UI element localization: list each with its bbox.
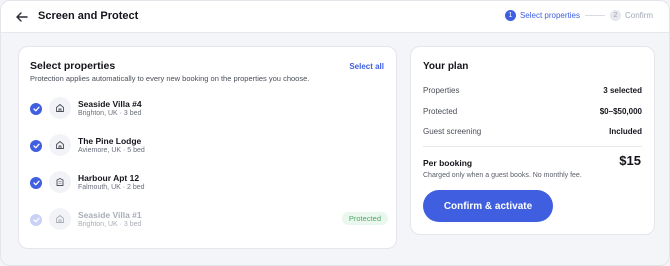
property-row: Seaside Villa #1 Brighton, UK · 3 bed Pr…: [28, 208, 388, 232]
billing-note: Charged only when a guest books. No mont…: [423, 172, 582, 179]
step-2-label: Confirm: [624, 11, 653, 20]
property-row[interactable]: The Pine Lodge Aviemore, UK · 5 bed: [28, 134, 388, 158]
app-frame: Screen and Protect 1 Select properties 2…: [0, 0, 670, 266]
stepper: 1 Select properties 2 Confirm: [504, 10, 653, 21]
plan-row-value: $0–$50,000: [599, 107, 642, 116]
property-name: Seaside Villa #1: [78, 210, 142, 220]
property-checkbox[interactable]: [30, 140, 42, 152]
confirm-activate-button[interactable]: Confirm & activate: [423, 190, 553, 222]
check-icon: [32, 106, 40, 112]
section-subtitle: Protection applies automatically to ever…: [30, 74, 310, 83]
protected-badge: Protected: [341, 212, 388, 225]
plan-summary-card: Your plan Properties 3 selected Protecte…: [410, 46, 655, 235]
check-icon: [32, 143, 40, 149]
house-icon: [49, 208, 71, 230]
plan-row-label: Guest screening: [423, 127, 482, 136]
section-title: Select properties: [30, 60, 116, 72]
property-name: Harbour Apt 12: [78, 173, 140, 183]
property-location: Falmouth, UK · 2 bed: [78, 184, 145, 191]
arrow-left-icon: [16, 12, 28, 22]
check-icon: [32, 180, 40, 186]
plan-title: Your plan: [423, 61, 469, 72]
plan-row-value: Included: [609, 127, 642, 136]
house-icon: [49, 134, 71, 156]
property-checkbox[interactable]: [30, 103, 42, 115]
property-location: Aviemore, UK · 5 bed: [78, 147, 145, 154]
plan-row-label: Protected: [423, 107, 458, 116]
house-icon: [49, 97, 71, 119]
select-all-link[interactable]: Select all: [349, 62, 384, 71]
select-properties-card: Select properties Protection applies aut…: [18, 46, 397, 249]
property-row[interactable]: Seaside Villa #4 Brighton, UK · 3 bed: [28, 97, 388, 121]
step-connector: [584, 15, 605, 16]
property-location: Brighton, UK · 3 bed: [78, 110, 142, 117]
back-button[interactable]: [13, 9, 31, 25]
step-1-label: Select properties: [519, 11, 580, 20]
step-2-number: 2: [609, 10, 621, 21]
divider: [423, 146, 642, 147]
building-icon: [49, 171, 71, 193]
property-name: The Pine Lodge: [78, 136, 142, 146]
check-icon: [32, 217, 40, 223]
property-location: Brighton, UK · 3 bed: [78, 221, 142, 228]
property-name: Seaside Villa #4: [78, 99, 142, 109]
plan-row-label: Properties: [423, 86, 460, 95]
price-value: $15: [619, 153, 641, 168]
step-1-number: 1: [504, 10, 516, 21]
per-booking-label: Per booking: [423, 158, 473, 168]
top-bar: Screen and Protect 1 Select properties 2…: [1, 1, 669, 33]
plan-row-value: 3 selected: [603, 86, 642, 95]
property-row[interactable]: Harbour Apt 12 Falmouth, UK · 2 bed: [28, 171, 388, 195]
property-checkbox: [30, 214, 42, 226]
property-checkbox[interactable]: [30, 177, 42, 189]
page-title: Screen and Protect: [38, 10, 139, 22]
